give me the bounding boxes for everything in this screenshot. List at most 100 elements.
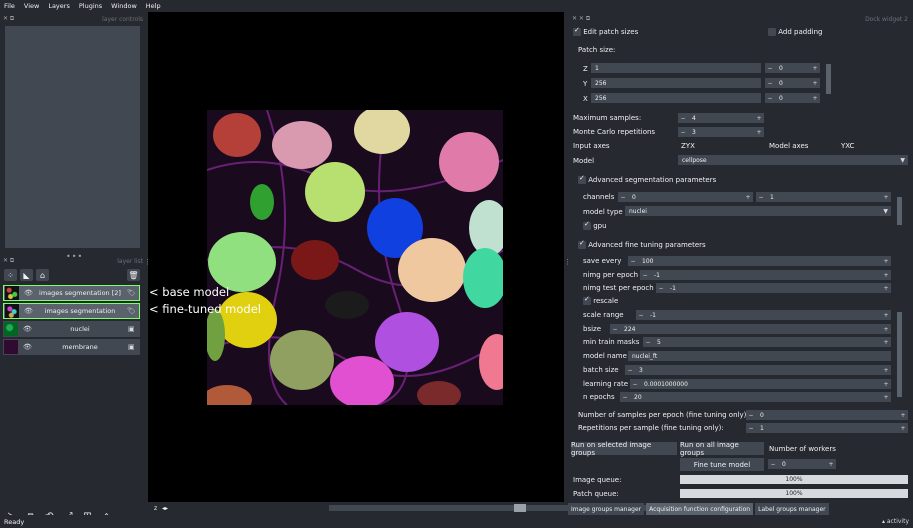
image-queue-label: Image queue:: [573, 476, 622, 484]
layer-list-header: ✕ ⧉ layer list: [3, 256, 143, 266]
visibility-eye-icon[interactable]: 👁: [23, 343, 32, 351]
bsize-spin[interactable]: −224 +: [610, 324, 891, 334]
run-selected-button[interactable]: Run on selected image groups: [571, 441, 677, 457]
nimg-per-epoch-spin[interactable]: − -1 +: [640, 270, 891, 280]
tab-image-groups-manager[interactable]: Image groups manager: [568, 503, 645, 515]
play-icon[interactable]: ◂▸: [162, 505, 176, 512]
patch-z-input[interactable]: 1: [591, 63, 761, 73]
menu-file[interactable]: File: [4, 2, 15, 10]
workers-label: Number of workers: [769, 445, 836, 453]
layer-name[interactable]: nuclei: [32, 325, 128, 333]
ft-param-label: save every: [583, 257, 622, 265]
checkbox-icon[interactable]: [573, 26, 581, 36]
checkbox-icon[interactable]: [768, 28, 776, 36]
fine-tune-button[interactable]: Fine tune model: [680, 458, 764, 471]
new-points-layer-icon[interactable]: ⁘: [4, 269, 17, 281]
patch-axis-label: X: [583, 95, 588, 103]
model-select[interactable]: cellpose ▼: [678, 155, 908, 165]
layer-tools: ⁘ ◣ ⌂ 🗑: [4, 268, 140, 282]
input-axes-label: Input axes: [573, 142, 610, 150]
visibility-eye-icon[interactable]: 👁: [24, 307, 33, 315]
monte-carlo-label: Monte Carlo repetitions: [573, 128, 656, 136]
patch-y-input[interactable]: 256: [591, 78, 761, 88]
ft-param-label: bsize: [583, 325, 602, 333]
seg-scrollbar[interactable]: [897, 187, 902, 237]
reps-spin[interactable]: −1 +: [746, 423, 908, 433]
new-labels-layer-icon[interactable]: ⌂: [36, 269, 49, 281]
segmentation-image[interactable]: [207, 110, 503, 405]
patch-scrollbar[interactable]: [826, 58, 831, 104]
padding-x-spin[interactable]: −0 +: [765, 93, 820, 103]
tab-label-groups-manager[interactable]: Label groups manager: [755, 503, 829, 515]
model-name-input[interactable]: nuclei_ft: [628, 351, 891, 361]
model-type-select[interactable]: nuclei ▼: [625, 206, 891, 216]
samples-per-epoch-spin[interactable]: −0 +: [746, 410, 908, 420]
layer-name[interactable]: images segmentation: [33, 307, 127, 315]
channel-1-spin[interactable]: −0 +: [618, 192, 753, 202]
scale-range-spin[interactable]: − -1 +: [636, 310, 891, 320]
learning-rate-spin[interactable]: −0.0001000000 +: [630, 379, 891, 389]
layer-thumbnail: [5, 304, 19, 318]
close-float-icon[interactable]: ✕ ⧉: [3, 15, 14, 23]
close-float-icon[interactable]: ✕ ⧉: [3, 257, 14, 265]
ft-param-label: batch size: [583, 366, 619, 374]
checkbox-icon[interactable]: [578, 239, 586, 249]
tab-acquisition-function[interactable]: Acquisition function configuration: [646, 503, 754, 515]
patch-axis-label: Y: [583, 80, 588, 88]
layer-row[interactable]: 👁 images segmentation [2] 🏷: [3, 285, 140, 301]
channel-2-spin[interactable]: −1 +: [756, 192, 891, 202]
ft-scrollbar[interactable]: [897, 252, 902, 402]
adv-seg-checkbox[interactable]: Advanced segmentation parameters: [578, 174, 716, 184]
status-text: Ready: [4, 517, 25, 526]
menu-layers[interactable]: Layers: [48, 2, 70, 10]
n-epochs-spin[interactable]: −20 +: [620, 392, 891, 402]
save-every-spin[interactable]: −100 +: [628, 256, 891, 266]
workers-spin[interactable]: −0 +: [768, 459, 836, 469]
menu-view[interactable]: View: [24, 2, 39, 10]
layer-name[interactable]: membrane: [32, 343, 128, 351]
add-padding-checkbox[interactable]: Add padding: [768, 28, 822, 36]
layer-row[interactable]: 👁 membrane ▣: [3, 339, 140, 355]
close-float-icon[interactable]: ✕ ✕ ⧉: [572, 15, 590, 23]
max-samples-spin[interactable]: −4 +: [678, 113, 764, 123]
batch-size-spin[interactable]: −3 +: [625, 365, 891, 375]
delete-layer-icon[interactable]: 🗑: [127, 269, 140, 281]
gpu-checkbox[interactable]: gpu: [583, 220, 607, 230]
layer-name[interactable]: images segmentation [2]: [33, 289, 127, 297]
model-axes-value[interactable]: YXC: [841, 142, 854, 150]
layer-thumbnail: [5, 286, 19, 300]
visibility-eye-icon[interactable]: 👁: [24, 289, 33, 297]
activity-button[interactable]: ▴ activity: [882, 518, 909, 525]
rescale-checkbox[interactable]: rescale: [583, 295, 618, 305]
run-all-button[interactable]: Run on all image groups: [680, 441, 764, 457]
samples-per-epoch-label: Number of samples per epoch (fine tuning…: [578, 411, 749, 419]
tag-icon: 🏷: [127, 307, 136, 315]
adv-ft-checkbox[interactable]: Advanced fine tuning parameters: [578, 239, 706, 249]
dock-widget: ✕ ✕ ⧉ Dock widget 2 Edit patch sizes Add…: [568, 12, 913, 502]
min-train-masks-spin[interactable]: −5 +: [643, 337, 891, 347]
checkbox-icon[interactable]: [583, 220, 591, 230]
padding-z-spin[interactable]: −0 +: [765, 63, 820, 73]
chevron-down-icon: ▼: [900, 156, 905, 164]
visibility-eye-icon[interactable]: 👁: [23, 325, 32, 333]
monte-carlo-spin[interactable]: −3 +: [678, 127, 764, 137]
padding-y-spin[interactable]: −0 +: [765, 78, 820, 88]
menu-plugins[interactable]: Plugins: [79, 2, 102, 10]
slider-knob[interactable]: [514, 504, 526, 512]
nimg-test-per-epoch-spin[interactable]: − -1 +: [656, 283, 891, 293]
input-axes-value[interactable]: ZYX: [681, 142, 695, 150]
layer-row[interactable]: 👁 images segmentation 🏷: [3, 303, 140, 319]
tag-icon: 🏷: [127, 289, 136, 297]
dims-axis-label: z: [154, 504, 158, 512]
checkbox-icon[interactable]: [583, 295, 591, 305]
model-label: Model: [573, 157, 595, 165]
patch-x-input[interactable]: 256: [591, 93, 761, 103]
layer-thumbnail: [4, 322, 18, 336]
checkbox-icon[interactable]: [578, 174, 586, 184]
layer-row[interactable]: 👁 nuclei ▣: [3, 321, 140, 337]
new-shapes-layer-icon[interactable]: ◣: [20, 269, 33, 281]
channels-label: channels: [583, 193, 615, 201]
edit-patch-sizes-checkbox[interactable]: Edit patch sizes: [573, 26, 638, 36]
menu-help[interactable]: Help: [146, 2, 161, 10]
menu-window[interactable]: Window: [111, 2, 137, 10]
